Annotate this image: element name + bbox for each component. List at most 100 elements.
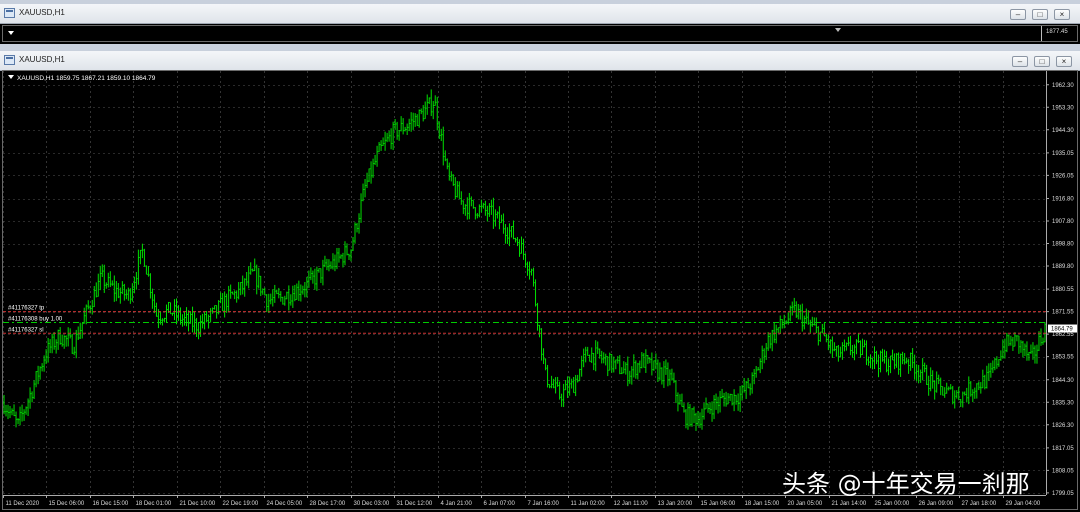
price-bar (538, 324, 541, 338)
dropdown-arrow-icon[interactable] (8, 75, 14, 79)
price-bar (753, 369, 756, 385)
window-titlebar[interactable]: XAUUSD,H1 – □ × (0, 51, 1080, 71)
price-chart[interactable]: #41176327 tp #41176308 buy 1.00 #41176327 … (3, 71, 1078, 510)
price-scale[interactable]: 1962.30 1953.30 1944.30 1935.05 1926.05 1916.… (1046, 71, 1078, 497)
price-bar (195, 317, 198, 337)
price-bar (929, 367, 932, 392)
price-bar (973, 387, 976, 399)
price-bar (11, 408, 14, 416)
price-bar (955, 390, 958, 399)
close-button[interactable]: × (1056, 56, 1072, 67)
price-bar (600, 350, 603, 364)
maximize-button[interactable]: □ (1032, 9, 1048, 20)
price-bar (67, 327, 70, 347)
price-bar (267, 293, 270, 313)
price-bar (436, 96, 439, 131)
time-tick-label: 31 Dec 12:00 (397, 501, 433, 507)
price-bar (247, 266, 250, 289)
take-profit-line[interactable]: #41176327 tp (3, 306, 1046, 313)
price-bar (165, 304, 168, 323)
price-bar (891, 349, 894, 361)
chart-window-top[interactable]: XAUUSD,H1 – □ × 1877.45 (0, 4, 1080, 44)
price-bar (450, 171, 453, 182)
chart-area-top[interactable]: 1877.45 (2, 25, 1078, 42)
price-bar (719, 390, 722, 413)
price-bar (83, 307, 86, 324)
price-bar (287, 285, 290, 311)
chart-shift-marker-icon[interactable] (835, 28, 841, 32)
price-bar (225, 293, 228, 313)
price-bar (41, 363, 44, 372)
price-bar (29, 387, 32, 409)
stop-loss-line[interactable]: #41176327 sl (3, 327, 1046, 334)
price-bar (813, 317, 816, 326)
price-bar (358, 213, 361, 234)
price-bar (883, 349, 886, 364)
chart-window-main[interactable]: XAUUSD,H1 – □ × #41176327 tp #41176308 bu… (0, 51, 1080, 512)
price-bar (418, 109, 421, 128)
price-bar (480, 199, 483, 213)
price-bar (251, 268, 254, 272)
price-bar (588, 354, 591, 362)
price-bar (37, 365, 40, 385)
price-bar (520, 236, 523, 254)
price-bar (484, 200, 487, 216)
price-bar (35, 371, 38, 388)
price-bar (490, 199, 493, 215)
price-bar (855, 339, 858, 355)
price-bar (975, 383, 978, 399)
price-bar (203, 312, 206, 330)
price-bar (1003, 338, 1006, 359)
price-bar (382, 137, 385, 146)
price-bar (414, 113, 417, 127)
window-titlebar[interactable]: XAUUSD,H1 – □ × (0, 4, 1080, 24)
price-bar (953, 390, 956, 409)
price-bar (572, 376, 575, 394)
price-bar (761, 345, 764, 370)
price-bar (321, 259, 324, 286)
price-tick-label: 1907.80 (1052, 219, 1074, 225)
price-bar (339, 254, 342, 259)
close-button[interactable]: × (1054, 9, 1070, 20)
minimize-button[interactable]: – (1012, 56, 1028, 67)
price-bar (755, 365, 758, 378)
price-bar (89, 305, 92, 314)
price-bar (408, 118, 411, 132)
price-bar (420, 108, 423, 115)
price-bar (331, 253, 334, 270)
minimize-button[interactable]: – (1010, 9, 1026, 20)
price-bar (319, 268, 322, 283)
price-scale[interactable]: 1877.45 (1041, 26, 1077, 41)
price-bar (512, 220, 515, 240)
price-bar (313, 268, 316, 290)
price-bar (612, 356, 615, 373)
price-bar (779, 315, 782, 334)
price-bar (55, 339, 58, 354)
price-bar (245, 271, 248, 286)
price-bar (239, 282, 242, 296)
price-bar (771, 329, 774, 352)
price-bar (801, 303, 804, 332)
price-bar (608, 352, 611, 371)
price-bar (107, 272, 110, 288)
maximize-button[interactable]: □ (1034, 56, 1050, 67)
price-bar (859, 340, 862, 358)
price-bar (71, 333, 74, 354)
chart-area-main[interactable]: #41176327 tp #41176308 buy 1.00 #41176327 … (2, 70, 1078, 510)
price-bar (39, 366, 42, 380)
price-bar (759, 358, 762, 374)
dropdown-arrow-icon[interactable] (8, 31, 14, 35)
price-bar (893, 353, 896, 370)
price-bar (356, 222, 359, 233)
price-bar (390, 128, 393, 150)
price-bar (817, 326, 820, 346)
price-bar (335, 247, 338, 270)
price-bar (809, 319, 812, 333)
price-bar (183, 312, 186, 326)
price-bar (626, 356, 629, 387)
price-bar (33, 380, 36, 400)
price-bar (945, 382, 948, 394)
price-bar (991, 360, 994, 373)
price-bar (434, 95, 437, 106)
price-bar (739, 385, 742, 412)
